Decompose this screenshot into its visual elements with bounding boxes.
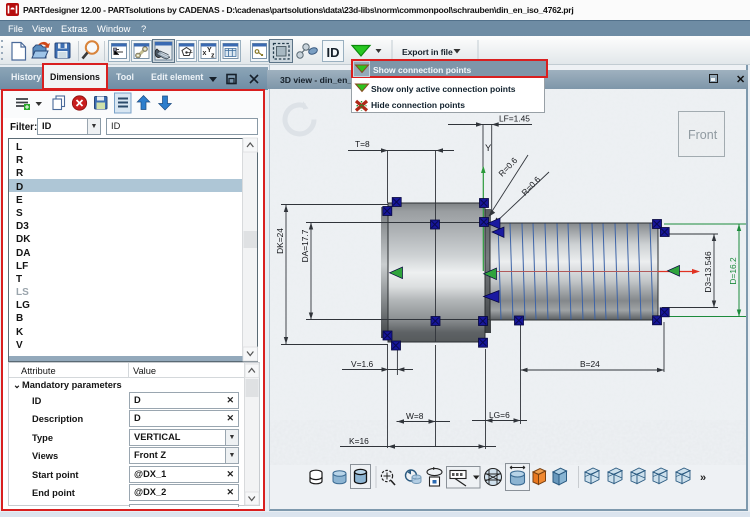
svg-text:»: »	[700, 472, 706, 484]
